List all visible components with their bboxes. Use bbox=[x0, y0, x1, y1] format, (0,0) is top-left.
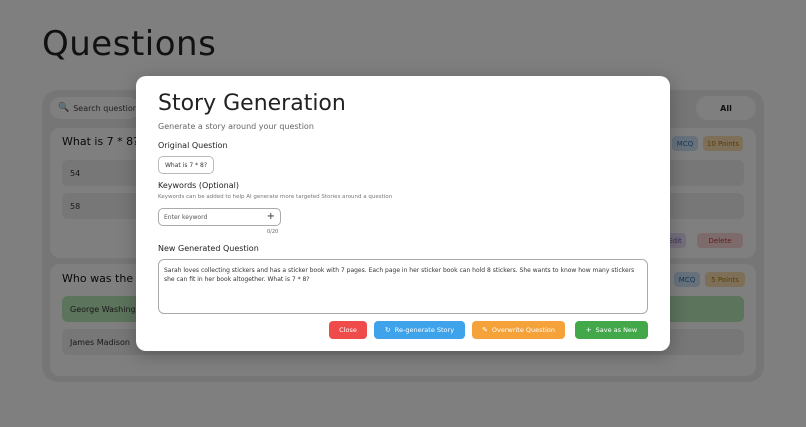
keyword-count: 0/20 bbox=[267, 229, 279, 235]
modal-subtitle: Generate a story around your question bbox=[158, 122, 314, 131]
regenerate-label: Re-generate Story bbox=[394, 326, 455, 334]
keywords-label: Keywords (Optional) bbox=[158, 181, 239, 190]
pencil-icon: ✎ bbox=[482, 326, 488, 334]
overwrite-label: Overwrite Question bbox=[491, 326, 555, 334]
keywords-hint: Keywords can be added to help AI generat… bbox=[158, 194, 393, 200]
generated-question-label: New Generated Question bbox=[158, 244, 259, 253]
close-button-label: Close bbox=[339, 326, 357, 334]
modal-title: Story Generation bbox=[158, 91, 346, 116]
original-question-label: Original Question bbox=[158, 141, 228, 150]
save-label: Save as New bbox=[595, 326, 638, 334]
original-question-chip: What is 7 * 8? bbox=[158, 156, 215, 174]
add-keyword-icon[interactable]: + bbox=[267, 211, 275, 222]
generated-question-textarea[interactable]: Sarah loves collecting stickers and has … bbox=[158, 259, 648, 314]
save-as-new-button[interactable]: + Save as New bbox=[575, 321, 648, 339]
plus-icon: + bbox=[585, 326, 592, 334]
story-generation-modal: Story Generation Generate a story around… bbox=[136, 76, 670, 351]
regenerate-story-button[interactable]: ↻ Re-generate Story bbox=[374, 321, 465, 339]
close-button[interactable]: Close bbox=[329, 321, 367, 339]
refresh-icon: ↻ bbox=[384, 326, 391, 334]
overwrite-question-button[interactable]: ✎ Overwrite Question bbox=[472, 321, 565, 339]
keyword-input[interactable]: Enter keyword + bbox=[158, 208, 281, 226]
keyword-placeholder: Enter keyword bbox=[164, 213, 208, 221]
